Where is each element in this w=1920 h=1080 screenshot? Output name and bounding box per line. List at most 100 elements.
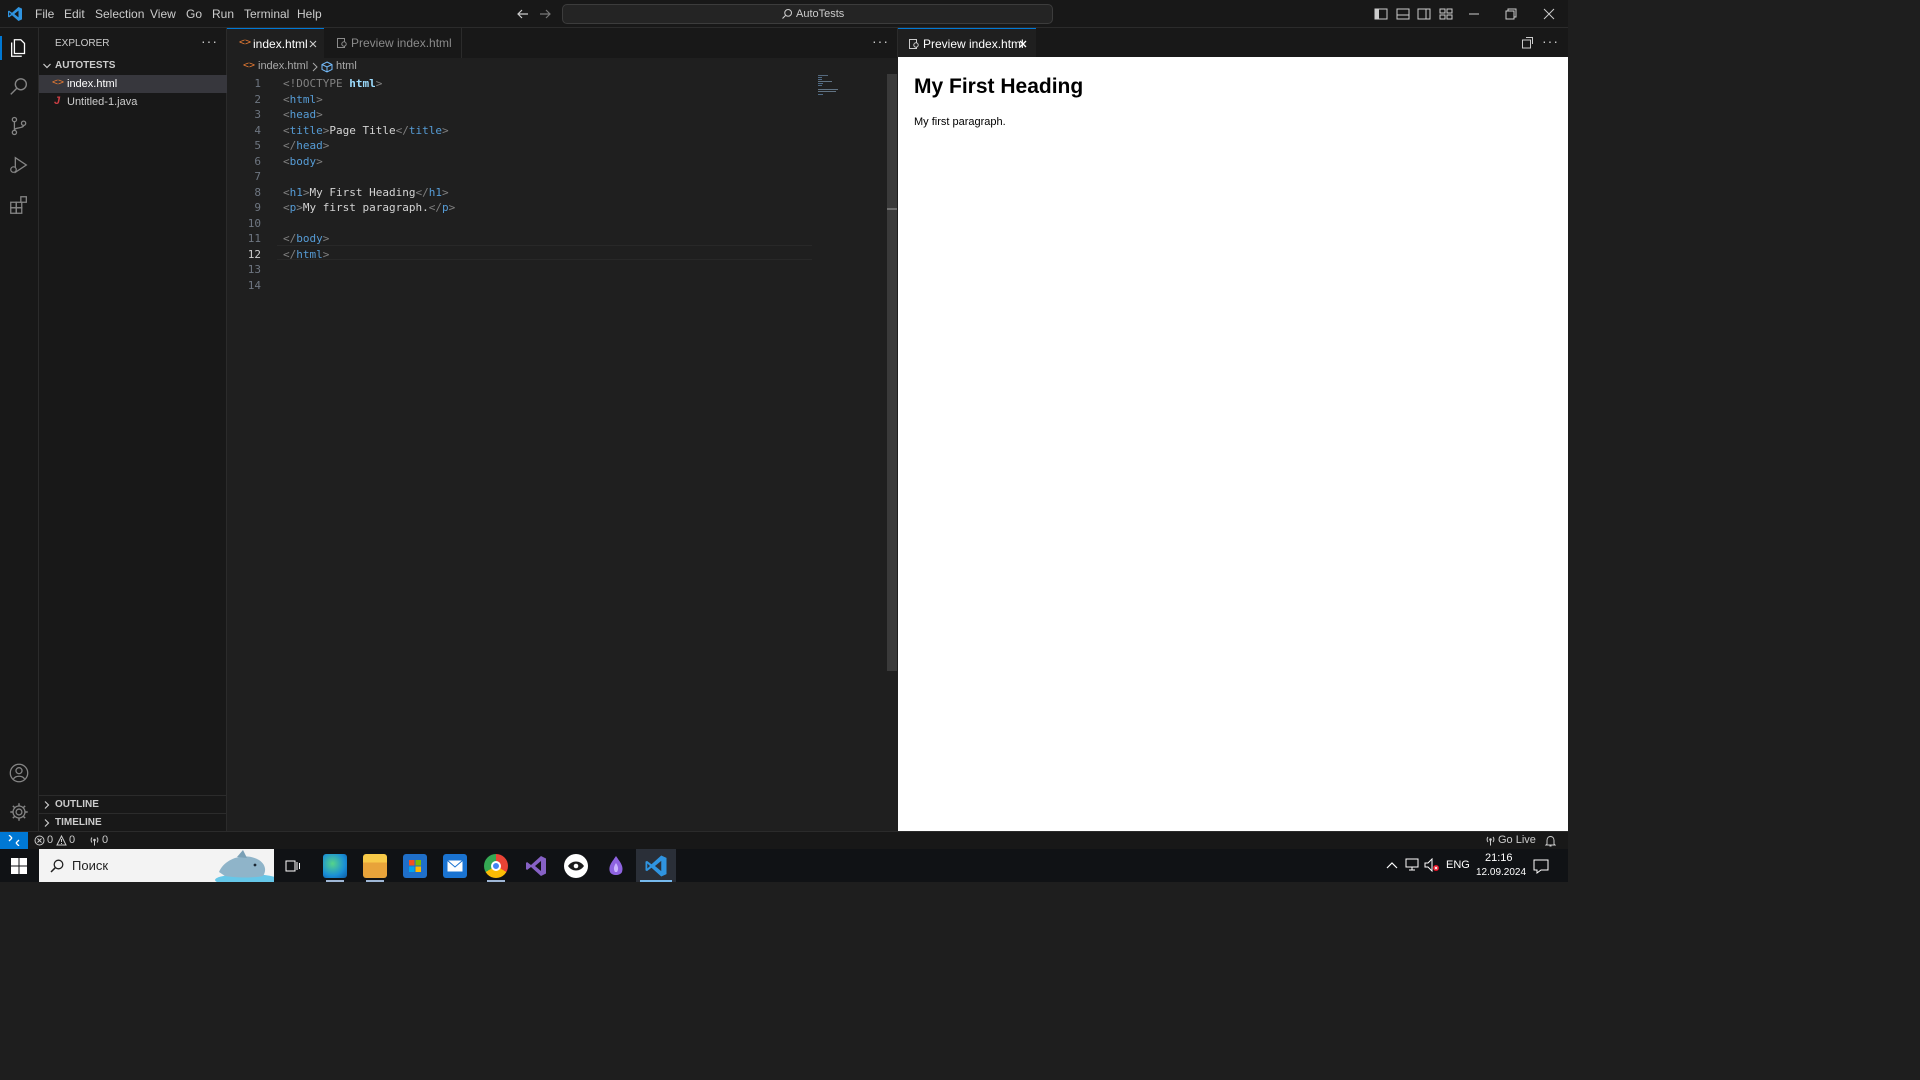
close-tab-icon[interactable] xyxy=(308,39,318,49)
more-actions-icon[interactable]: ··· xyxy=(201,33,218,49)
menu-file[interactable]: File xyxy=(35,7,54,21)
notifications-bell-icon[interactable] xyxy=(1545,835,1556,847)
mail-icon[interactable] xyxy=(443,854,467,878)
explorer-icon[interactable] xyxy=(8,37,30,59)
store-bag-icon xyxy=(409,860,421,872)
command-center-label: AutoTests xyxy=(796,8,845,20)
language-indicator[interactable]: ENG xyxy=(1446,859,1470,871)
visual-studio-icon[interactable] xyxy=(524,854,548,878)
outline-section-header[interactable]: OUTLINE xyxy=(39,797,227,813)
activity-bar xyxy=(0,28,39,831)
code-editor[interactable]: <> index.html html 1 2 3 4 5 6 7 8 9 10 … xyxy=(227,58,897,831)
preview-icon xyxy=(337,38,347,48)
menu-help[interactable]: Help xyxy=(297,7,322,21)
menu-view[interactable]: View xyxy=(150,7,176,21)
network-icon[interactable] xyxy=(1405,858,1421,872)
breadcrumb-symbol[interactable]: html xyxy=(336,60,357,72)
timeline-section-header[interactable]: TIMELINE xyxy=(39,815,227,831)
close-window-icon[interactable] xyxy=(1541,6,1557,22)
broadcast-icon xyxy=(90,837,99,846)
envelope-icon xyxy=(447,860,463,872)
warning-count: 0 xyxy=(69,834,76,846)
run-debug-icon[interactable] xyxy=(8,154,30,176)
error-icon xyxy=(34,835,45,846)
editor-tab-bar: <> index.html Preview index.html ··· xyxy=(227,28,897,58)
code-line-5: </head> xyxy=(283,139,330,152)
command-center-search[interactable]: AutoTests xyxy=(562,4,1053,24)
line-number: 11 xyxy=(247,232,261,245)
edge-browser-icon[interactable] xyxy=(323,854,347,878)
back-arrow-icon[interactable] xyxy=(515,6,531,22)
remote-indicator[interactable] xyxy=(0,832,28,849)
file-name: index.html xyxy=(67,78,118,90)
extensions-icon[interactable] xyxy=(8,194,30,216)
code-line-6: <body> xyxy=(283,155,323,168)
taskbar-search-box[interactable]: Поиск xyxy=(39,849,274,882)
volume-muted-icon[interactable] xyxy=(1424,858,1440,872)
file-item-untitled-java[interactable]: J Untitled-1.java xyxy=(39,93,227,111)
error-count: 0 xyxy=(47,834,54,846)
current-line-highlight xyxy=(277,245,812,260)
toggle-panel-icon[interactable] xyxy=(1395,6,1411,22)
minimize-icon[interactable] xyxy=(1466,6,1482,22)
search-icon[interactable] xyxy=(8,76,30,98)
folder-name: AUTOTESTS xyxy=(55,60,116,71)
open-in-new-window-icon[interactable] xyxy=(1521,36,1534,49)
windows-start-icon[interactable] xyxy=(11,858,27,874)
vscode-taskbar-active[interactable] xyxy=(636,849,676,882)
toggle-primary-sidebar-icon[interactable] xyxy=(1373,6,1389,22)
toggle-secondary-sidebar-icon[interactable] xyxy=(1416,6,1432,22)
editor-more-actions-icon[interactable]: ··· xyxy=(872,33,889,49)
eye-app-icon[interactable] xyxy=(564,854,588,878)
preview-more-actions-icon[interactable]: ··· xyxy=(1542,33,1559,49)
preview-icon xyxy=(909,39,919,49)
menu-selection[interactable]: Selection xyxy=(95,7,144,21)
clock-time[interactable]: 21:16 xyxy=(1485,852,1513,864)
microsoft-store-icon[interactable] xyxy=(403,854,427,878)
code-line-11: </body> xyxy=(283,232,330,245)
chevron-up-icon[interactable] xyxy=(1386,860,1398,870)
line-number: 8 xyxy=(254,186,261,199)
chrome-browser-icon[interactable] xyxy=(484,854,508,878)
menu-edit[interactable]: Edit xyxy=(64,7,85,21)
restore-icon[interactable] xyxy=(1503,6,1519,22)
vscode-logo-icon xyxy=(8,7,22,21)
task-view-icon[interactable] xyxy=(285,858,301,874)
chrome-center xyxy=(491,861,501,871)
forward-arrow-icon[interactable] xyxy=(537,6,553,22)
file-item-index-html[interactable]: <> index.html xyxy=(39,75,227,93)
customize-layout-icon[interactable] xyxy=(1438,6,1454,22)
tab-preview-index-html[interactable]: Preview index.html xyxy=(324,28,462,58)
line-number: 13 xyxy=(247,263,261,276)
action-center-icon[interactable] xyxy=(1533,858,1549,874)
menu-go[interactable]: Go xyxy=(186,7,202,21)
go-live-button[interactable]: Go Live xyxy=(1485,834,1545,848)
clock-date[interactable]: 12.09.2024 xyxy=(1476,867,1526,878)
source-control-icon[interactable] xyxy=(8,115,30,137)
file-explorer-icon[interactable] xyxy=(363,854,387,878)
vertical-scrollbar[interactable] xyxy=(887,74,897,671)
divider xyxy=(39,813,227,814)
breadcrumb-file[interactable]: index.html xyxy=(258,60,308,72)
search-icon xyxy=(50,859,64,873)
purple-app-icon[interactable] xyxy=(605,854,627,878)
remote-icon xyxy=(8,835,20,846)
broadcast-icon xyxy=(1486,836,1495,846)
settings-gear-icon[interactable] xyxy=(8,801,30,823)
minimap[interactable] xyxy=(817,74,841,96)
menu-terminal[interactable]: Terminal xyxy=(244,7,289,21)
close-tab-icon[interactable] xyxy=(1018,39,1028,49)
tab-index-html[interactable]: <> index.html xyxy=(227,28,324,58)
code-line-8: <h1>My First Heading</h1> xyxy=(283,186,449,199)
menu-run[interactable]: Run xyxy=(212,7,234,21)
vscode-icon xyxy=(645,855,667,877)
tab-label: Preview index.html xyxy=(351,36,452,50)
explorer-sidebar: EXPLORER ··· AUTOTESTS <> index.html J U… xyxy=(39,28,227,831)
running-indicator xyxy=(487,880,505,882)
tab-preview-active[interactable]: Preview index.html xyxy=(898,28,1036,58)
search-placeholder: Поиск xyxy=(72,858,109,873)
folder-header-autotests[interactable]: AUTOTESTS xyxy=(39,58,227,74)
scrollbar-cursor-marker xyxy=(887,208,897,210)
account-icon[interactable] xyxy=(8,762,30,784)
running-indicator xyxy=(366,880,384,882)
